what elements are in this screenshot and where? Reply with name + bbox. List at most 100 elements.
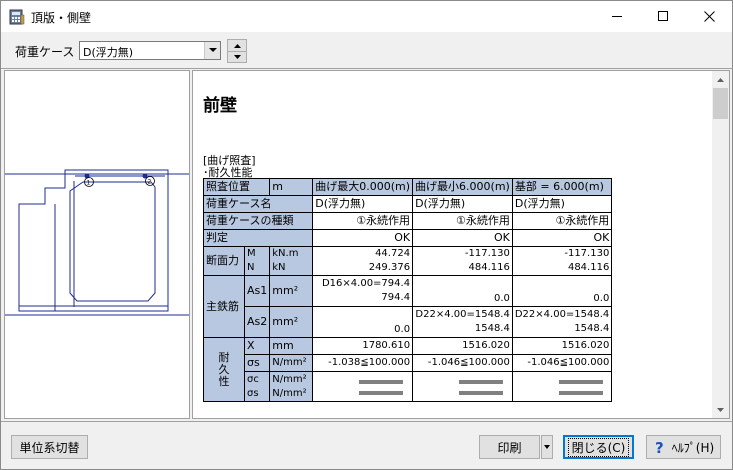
table-cell: D16×4.00=794.4 794.4 bbox=[312, 275, 414, 307]
table-cell: mm² bbox=[269, 306, 314, 338]
rebar-area: 1548.4 bbox=[474, 323, 510, 334]
window-title: 頂版・側壁 bbox=[31, 11, 92, 25]
table-cell: 44.724 249.376 bbox=[312, 246, 414, 276]
calculator-app-icon bbox=[9, 9, 25, 25]
table-row: 照査位置 m 曲げ最大0.000(m) 曲げ最小6.000(m) 基部 = 6.… bbox=[202, 178, 613, 196]
table-row: As2 mm² 0.0 D22×4.00=1548.4 1548.4 D22×4… bbox=[204, 306, 613, 338]
table-cell: ①永続作用 bbox=[412, 212, 513, 230]
report-scrollbar[interactable] bbox=[712, 71, 729, 418]
divider bbox=[1, 68, 732, 69]
load-case-toolbar: 荷重ケース D(浮力無) bbox=[1, 32, 732, 68]
table-row: 荷重ケースの種類 ①永続作用 ①永続作用 ①永続作用 bbox=[202, 212, 613, 230]
table-cell: D(浮力無) bbox=[511, 195, 613, 213]
table-cell: As1 bbox=[243, 275, 271, 307]
table-cell: ①永続作用 bbox=[312, 212, 414, 230]
value-m: 44.724 bbox=[375, 248, 411, 259]
durability-char: 耐 bbox=[218, 350, 230, 364]
table-cell: N/mm² bbox=[269, 354, 314, 372]
symbol-n: N bbox=[247, 262, 255, 273]
table-row: 主鉄筋 As1 mm² D16×4.00=794.4 794.4 0.0 0.0 bbox=[203, 275, 613, 338]
rebar-area: 794.4 bbox=[381, 292, 411, 303]
table-cell: -1.046≦100.000 bbox=[412, 354, 513, 372]
table-cell bbox=[511, 371, 613, 402]
rebar-spec: D22×4.00=1548.4 bbox=[514, 309, 610, 320]
minimize-button[interactable] bbox=[594, 1, 640, 32]
print-button[interactable]: 印刷 bbox=[479, 435, 540, 459]
table-cell: ①永続作用 bbox=[511, 212, 613, 230]
table-cell: -117.130 484.116 bbox=[412, 246, 513, 276]
table-cell: 0.0 bbox=[511, 275, 613, 307]
print-options-button[interactable] bbox=[541, 435, 553, 459]
table-cell bbox=[412, 371, 513, 402]
table-cell: 1516.020 bbox=[511, 337, 613, 355]
value-m: -117.130 bbox=[564, 248, 610, 259]
maximize-button[interactable] bbox=[640, 1, 686, 32]
rebar-area: 1548.4 bbox=[574, 323, 610, 334]
close-icon bbox=[703, 11, 715, 22]
svg-text:2: 2 bbox=[148, 179, 152, 186]
table-cell: D22×4.00=1548.4 1548.4 bbox=[412, 306, 513, 338]
scroll-thumb[interactable] bbox=[713, 88, 728, 119]
table-cell: 主鉄筋 bbox=[203, 275, 245, 338]
structure-diagram-pane: 1 2 bbox=[4, 70, 190, 419]
load-case-select[interactable]: D(浮力無) bbox=[79, 41, 221, 60]
report-heading: 前壁 bbox=[203, 96, 237, 116]
value-n: 249.376 bbox=[368, 262, 411, 273]
table-cell: mm² bbox=[269, 275, 314, 307]
table-cell: 1516.020 bbox=[412, 337, 513, 355]
table-cell: 荷重ケースの種類 bbox=[202, 212, 314, 230]
table-cell: -1.038≦100.000 bbox=[312, 354, 414, 372]
symbol-m: M bbox=[247, 248, 256, 259]
table-cell: N/mm² N/mm² bbox=[269, 371, 314, 402]
symbol-sigma-c: σc bbox=[247, 373, 259, 385]
table-row: 断面力 M N kN.m kN 44.724 249.376 -117.130 … bbox=[203, 246, 613, 276]
table-cell: OK bbox=[511, 229, 613, 247]
load-case-value: D(浮力無) bbox=[83, 46, 134, 59]
table-cell: 耐 久 性 bbox=[203, 337, 245, 402]
scroll-down-icon[interactable] bbox=[712, 401, 729, 418]
close-button[interactable]: 閉じる(C) bbox=[563, 435, 634, 459]
table-cell: D(浮力無) bbox=[312, 195, 414, 213]
not-applicable-mark bbox=[359, 380, 404, 395]
table-cell: As2 bbox=[243, 306, 271, 338]
table-cell: -1.046≦100.000 bbox=[511, 354, 613, 372]
table-row: σc σs N/mm² N/mm² bbox=[204, 371, 613, 402]
table-cell: 基部 = 6.000(m) bbox=[511, 178, 613, 196]
table-cell: X bbox=[243, 337, 271, 355]
close-button-label: 閉じる(C) bbox=[567, 437, 630, 457]
unit-nmm2: N/mm² bbox=[272, 387, 307, 399]
divider bbox=[1, 421, 732, 422]
spin-down-icon[interactable] bbox=[228, 51, 246, 62]
table-cell: 0.0 bbox=[312, 306, 414, 338]
table-cell bbox=[312, 371, 414, 402]
help-button[interactable]: ? ﾍﾙﾌﾟ(H) bbox=[646, 435, 721, 459]
scroll-up-icon[interactable] bbox=[712, 71, 729, 88]
close-window-button[interactable] bbox=[686, 1, 732, 32]
table-cell: OK bbox=[312, 229, 414, 247]
table-cell: 判定 bbox=[202, 229, 314, 247]
value-m: -117.130 bbox=[464, 248, 510, 259]
box-culvert-diagram: 1 2 bbox=[5, 169, 189, 316]
title-bar: 頂版・側壁 bbox=[1, 1, 732, 32]
help-button-label: ﾍﾙﾌﾟ(H) bbox=[671, 440, 715, 455]
value-n: 484.116 bbox=[468, 262, 510, 273]
unit-switch-button[interactable]: 単位系切替 bbox=[11, 435, 88, 459]
spin-up-icon[interactable] bbox=[228, 40, 246, 51]
load-case-spinner[interactable] bbox=[227, 39, 247, 63]
not-applicable-mark bbox=[558, 380, 603, 395]
table-cell: σs bbox=[243, 354, 271, 372]
table-cell: 荷重ケース名 bbox=[202, 195, 314, 213]
table-cell: 断面力 bbox=[203, 246, 245, 276]
not-applicable-mark bbox=[459, 380, 504, 395]
table-row: σs N/mm² -1.038≦100.000 -1.046≦100.000 -… bbox=[204, 354, 613, 372]
table-cell: 曲げ最大0.000(m) bbox=[312, 178, 414, 196]
unit-knm: kN.m bbox=[272, 248, 299, 259]
chevron-down-icon[interactable] bbox=[204, 42, 220, 59]
durability-char: 久 bbox=[218, 362, 230, 376]
table-row: 判定 OK OK OK bbox=[202, 229, 613, 247]
table-cell: OK bbox=[412, 229, 513, 247]
report-pane[interactable]: 前壁 [曲げ照査] ･耐久性能 照査位置 m 曲げ最大0.000(m) 曲げ最小… bbox=[192, 70, 730, 419]
value-n: 484.116 bbox=[567, 262, 610, 273]
table-cell: -117.130 484.116 bbox=[511, 246, 613, 276]
svg-text:1: 1 bbox=[87, 180, 91, 187]
